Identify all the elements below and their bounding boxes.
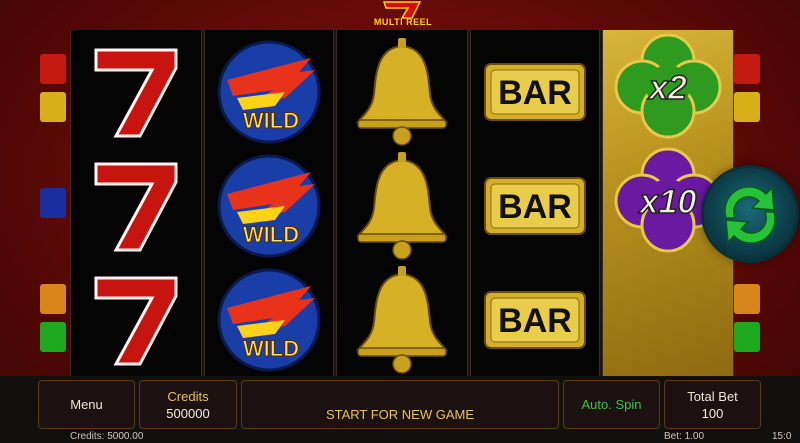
credits-label: Credits [167,388,209,404]
seven-symbol-icon [94,162,178,252]
multiplier-label: x2 [647,69,687,107]
reel-3 [336,30,468,376]
refresh-arrows-icon [724,186,776,244]
bar-symbol-text: BAR [498,302,572,340]
logo-text: MULTI REEL [373,17,433,27]
game-logo: MULTI REEL [362,0,444,30]
seven-symbol-icon [94,48,178,138]
left-indicator-red [40,54,66,84]
bell-symbol-icon [356,266,448,374]
bar-symbol-icon: BAR [484,63,586,121]
status-credits: Credits: 5000.00 [70,431,144,442]
bar-symbol-text: BAR [498,188,572,226]
bar-symbol-text: BAR [498,74,572,112]
wild-symbol-text: WILD [243,108,299,133]
menu-button[interactable]: Menu [38,380,135,429]
multiplier-clover: x2 [603,30,733,144]
spin-button[interactable] [704,168,796,260]
status-time: 15:0 [772,431,792,442]
right-indicator-yellow [734,92,760,122]
left-indicator-yellow [40,92,66,122]
bell-symbol-icon [356,38,448,146]
bell-symbol-icon [356,152,448,260]
clover-icon: x2 [614,33,722,139]
wild-symbol-icon: WILD [217,268,321,372]
bar-symbol: BAR [471,34,599,148]
reel-4: BAR BAR BAR [470,30,600,376]
bar-symbol: BAR [471,262,599,376]
wild-symbol-icon: WILD [217,154,321,258]
right-indicator-orange [734,284,760,314]
left-indicator-green [40,322,66,352]
bar-symbol: BAR [471,148,599,262]
seven-symbol-icon [94,276,178,366]
right-indicator-red [734,54,760,84]
menu-label: Menu [70,397,103,412]
reel-area: WILD WILD WILD BAR BAR BAR x2 x10 [70,30,734,376]
seven-symbol [71,148,201,262]
seven-symbol [71,262,201,376]
bar-symbol-icon: BAR [484,177,586,235]
credits-display: Credits 500000 [139,380,237,429]
right-indicator-green [734,322,760,352]
bar-symbol-icon: BAR [484,291,586,349]
wild-symbol: WILD [205,34,333,148]
wild-symbol-text: WILD [243,222,299,247]
left-indicator-orange [40,284,66,314]
wild-symbol-icon: WILD [217,40,321,144]
left-indicator-blue [40,188,66,218]
bell-symbol [337,148,467,262]
wild-symbol: WILD [205,148,333,262]
status-bet: Bet: 1.00 [664,431,705,442]
start-message: START FOR NEW GAME [325,407,475,422]
bell-symbol [337,34,467,148]
total-bet-value: 100 [701,405,724,421]
reel-1 [70,30,202,376]
total-bet-label: Total Bet [687,388,738,404]
wild-symbol-text: WILD [243,336,299,361]
bell-symbol [337,262,467,376]
seven-symbol [71,34,201,148]
multiplier-label: x10 [638,183,697,221]
autospin-button[interactable]: Auto. Spin [563,380,660,429]
credits-value: 500000 [166,405,210,421]
reel-2: WILD WILD WILD [204,30,334,376]
start-message-panel: START FOR NEW GAME [241,380,559,429]
wild-symbol: WILD [205,262,333,376]
slot-game-screen: MULTI REEL WILD WILD WILD BAR BAR BAR x2 x10 … [0,0,800,443]
total-bet-display[interactable]: Total Bet 100 [664,380,761,429]
autospin-label: Auto. Spin [581,397,642,412]
status-strip: Credits: 5000.00 Bet: 1.00 15:0 [0,431,800,443]
